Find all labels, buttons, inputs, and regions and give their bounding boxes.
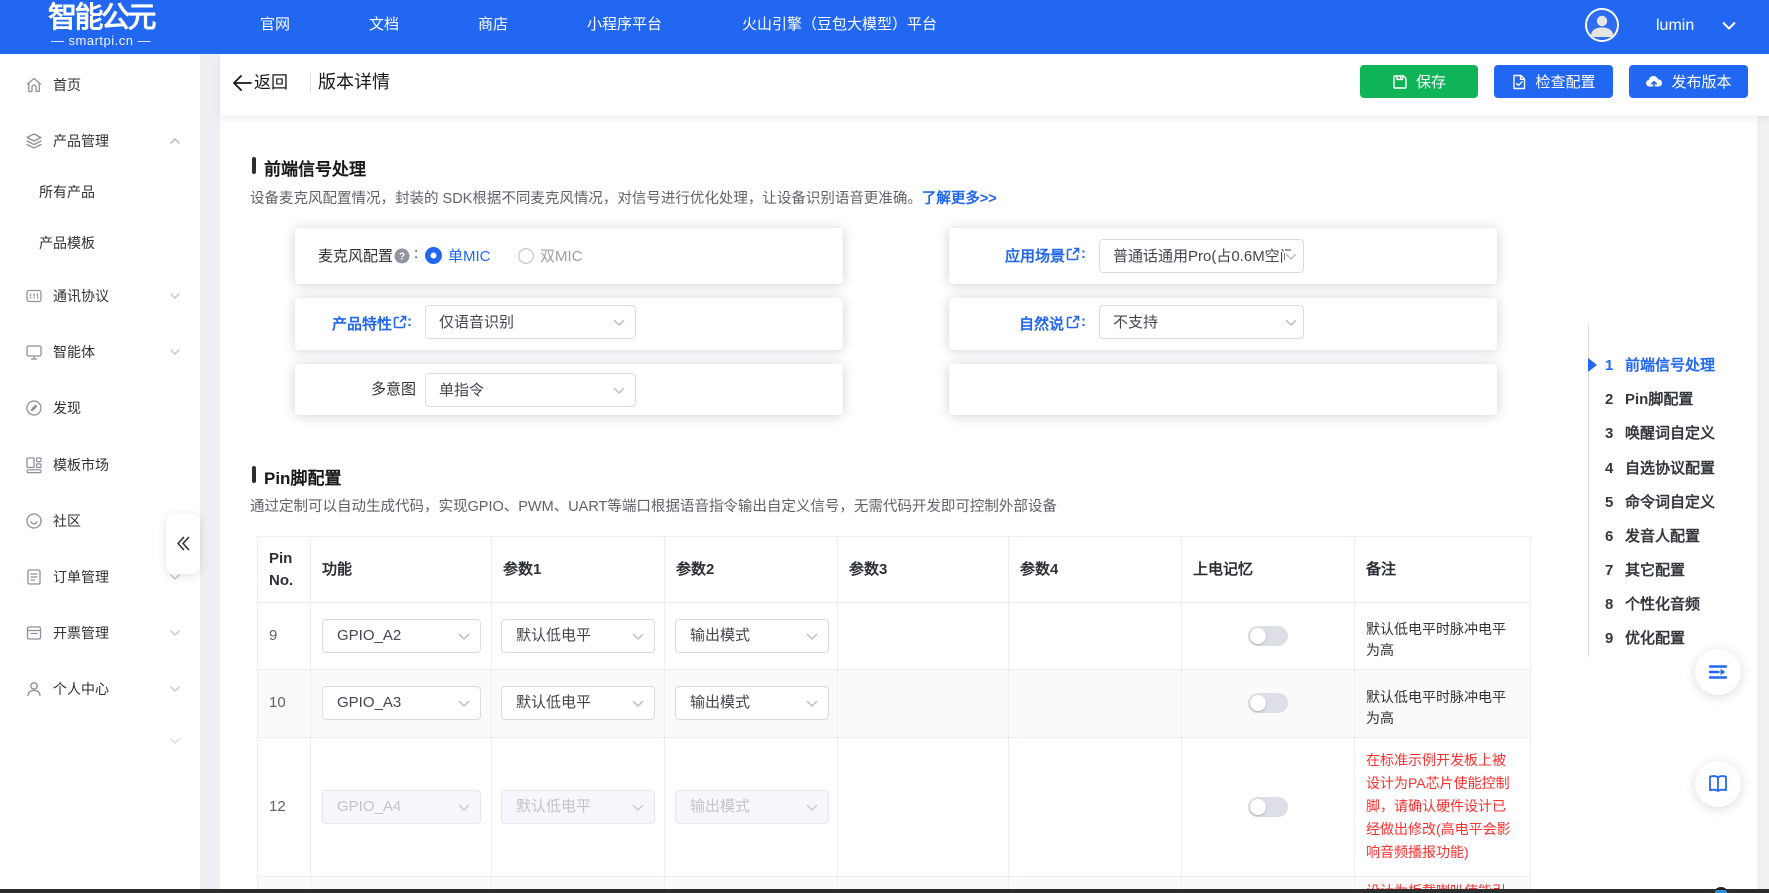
svg-text:?: ? xyxy=(399,252,405,263)
